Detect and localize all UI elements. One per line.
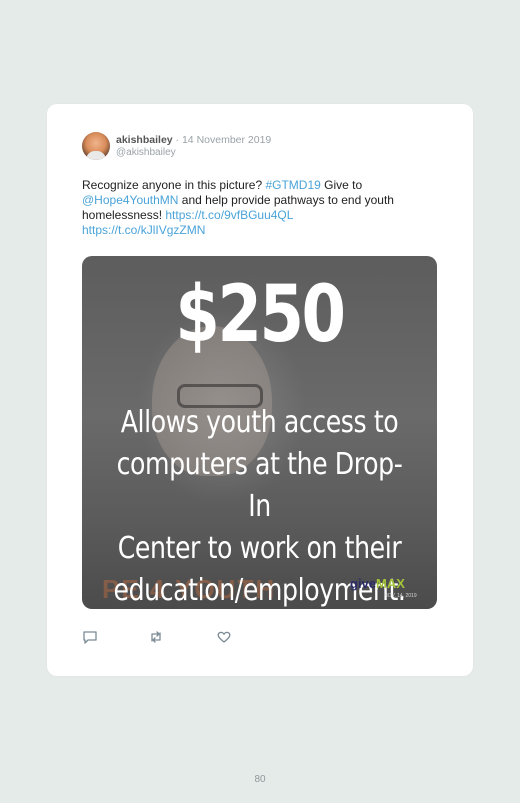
tweet-date[interactable]: 14 November 2019 bbox=[182, 134, 271, 146]
url-link-1[interactable]: https://t.co/9vfBGuu4QL bbox=[165, 208, 293, 222]
heart-icon[interactable] bbox=[216, 629, 232, 645]
tweet-image[interactable]: PE 4 YOUTH $250 Allows youth access to c… bbox=[82, 256, 437, 609]
display-name[interactable]: akishbailey bbox=[116, 134, 173, 146]
logo-max: MAX bbox=[376, 576, 405, 591]
logo-date: NOV. 14, 2019 bbox=[384, 593, 417, 599]
donation-amount: $250 bbox=[175, 270, 346, 360]
avatar[interactable] bbox=[82, 132, 110, 160]
text-segment: Give to bbox=[320, 178, 363, 192]
message-line: computers at the Drop-In bbox=[116, 447, 403, 524]
tweet-card: akishbailey · 14 November 2019 @akishbai… bbox=[47, 104, 473, 676]
message-line: Center to work on their bbox=[117, 531, 402, 566]
give-to-the-max-logo: giveMAX bbox=[350, 576, 405, 591]
page-number: 80 bbox=[254, 774, 266, 785]
tweet-header: akishbailey · 14 November 2019 bbox=[116, 134, 271, 146]
text-segment: Recognize anyone in this picture? bbox=[82, 178, 266, 192]
tweet-text: Recognize anyone in this picture? #GTMD1… bbox=[82, 178, 442, 238]
user-handle[interactable]: @akishbailey bbox=[116, 147, 176, 158]
hashtag-link[interactable]: #GTMD19 bbox=[265, 178, 320, 192]
separator: · bbox=[175, 134, 180, 146]
retweet-icon[interactable] bbox=[148, 629, 164, 645]
message-line: Allows youth access to bbox=[120, 405, 399, 440]
url-link-2[interactable]: https://t.co/kJlIVgzZMN bbox=[82, 223, 205, 237]
mention-link[interactable]: @Hope4YouthMN bbox=[82, 193, 178, 207]
reply-icon[interactable] bbox=[82, 629, 98, 645]
logo-give: give bbox=[350, 576, 377, 591]
